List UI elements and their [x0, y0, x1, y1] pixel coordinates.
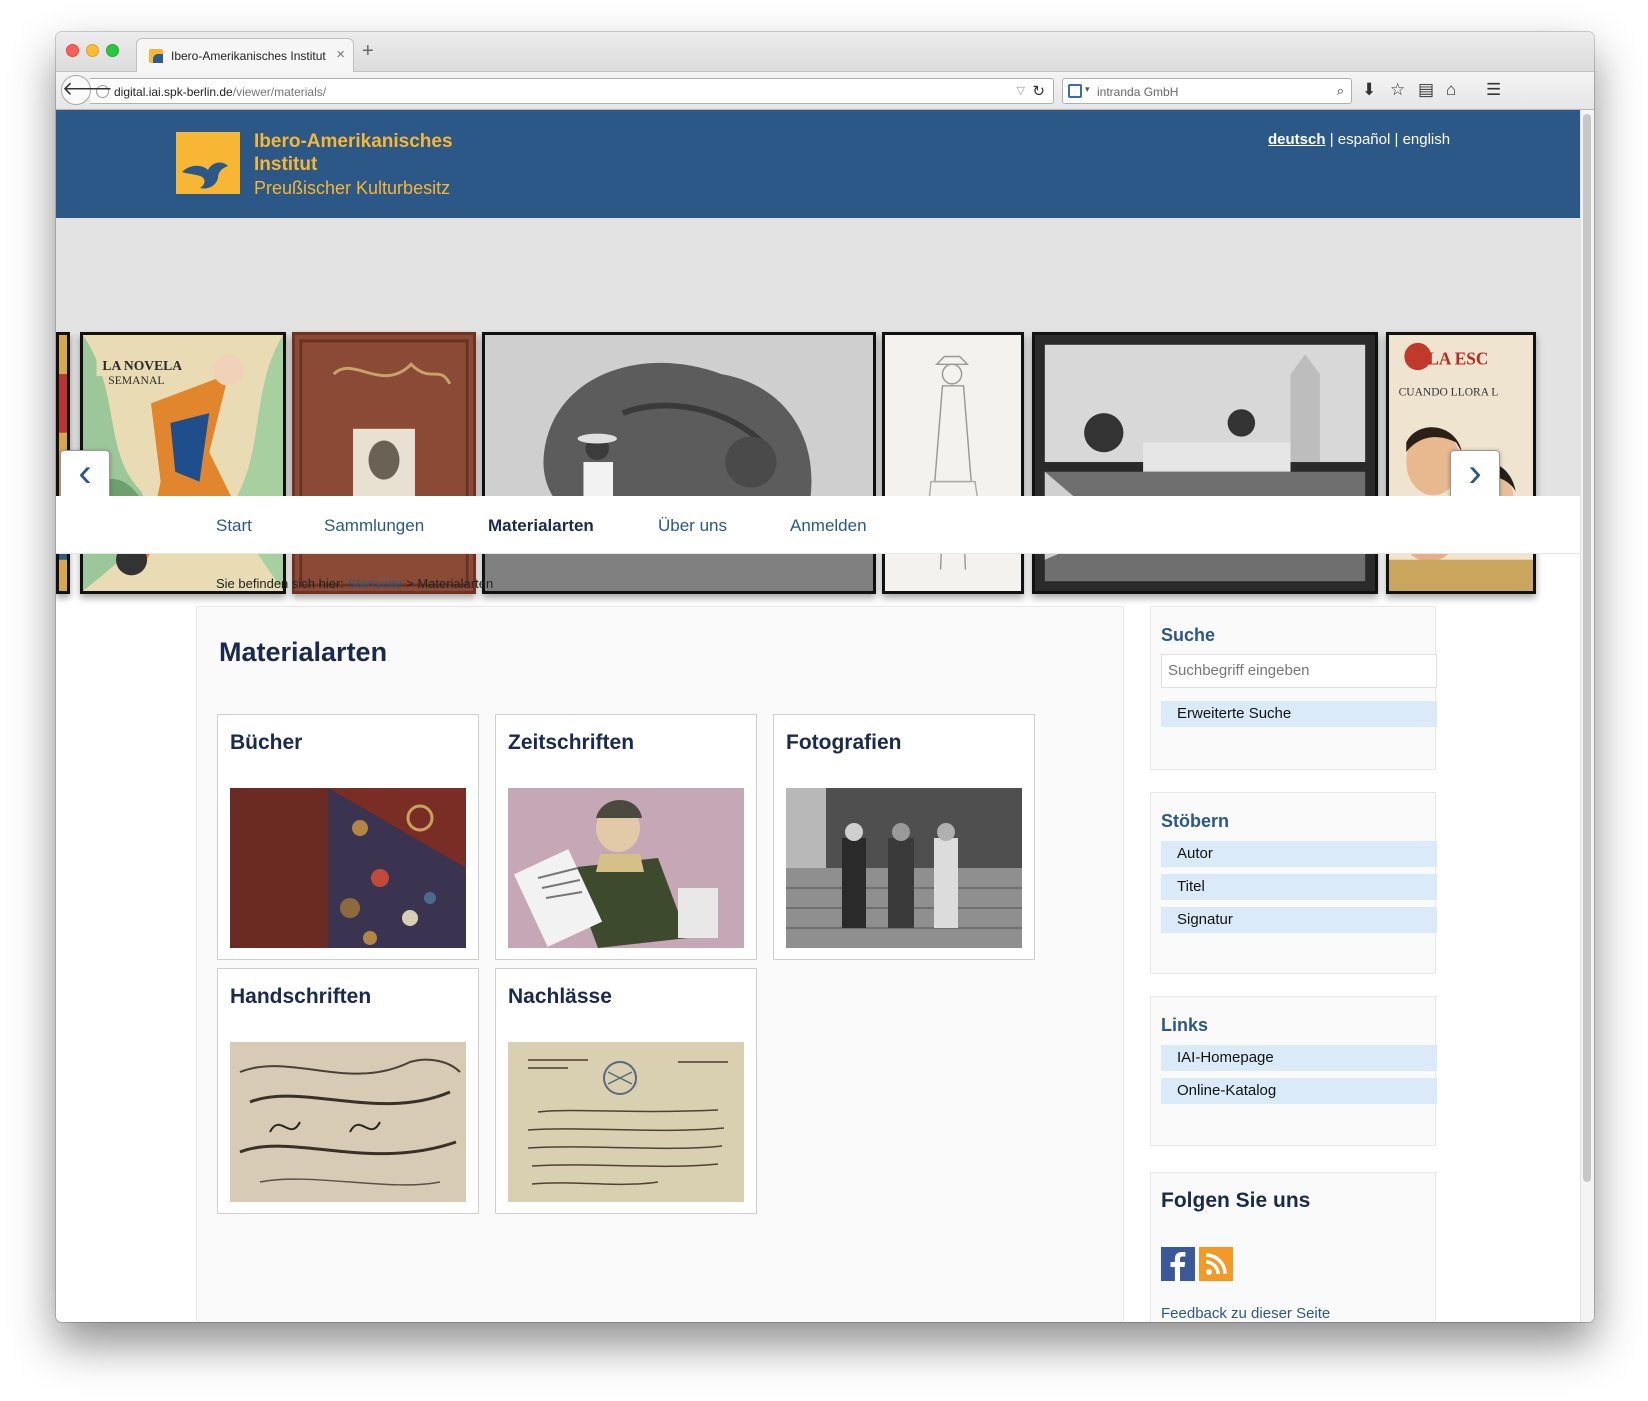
download-icon[interactable]: ⬇ [1362, 81, 1376, 99]
browse-widget: Stöbern Autor Titel Signatur [1150, 792, 1437, 974]
card-image[interactable] [786, 788, 1022, 948]
card-handschriften[interactable]: Handschriften [217, 968, 479, 1214]
svg-text:SEMANAL: SEMANAL [108, 374, 164, 387]
window-minimize-button[interactable] [86, 44, 99, 57]
rss-icon[interactable] [1199, 1247, 1233, 1281]
browser-toolbar: digital.iai.spk-berlin.de/viewer/materia… [56, 72, 1594, 110]
card-buecher[interactable]: Bücher [217, 714, 479, 960]
logo-title[interactable]: Ibero-Amerikanisches Institut [254, 130, 534, 176]
facebook-icon[interactable] [1161, 1247, 1195, 1281]
search-bar[interactable]: ▾ intranda GmbH ⌕ [1062, 78, 1352, 104]
card-title[interactable]: Nachlässe [508, 985, 612, 1009]
follow-widget: Folgen Sie uns Feedback zu dieser Seite [1150, 1172, 1436, 1322]
breadcrumb: Sie befinden sich hier: Startseite > Mat… [216, 576, 494, 591]
card-image[interactable] [230, 788, 466, 948]
breadcrumb-home-link[interactable]: Startseite [348, 576, 403, 591]
links-widget-title: Links [1161, 1015, 1209, 1035]
nav-anmelden[interactable]: Anmelden [790, 516, 867, 536]
advanced-search-link[interactable]: Erweiterte Suche [1161, 701, 1437, 727]
slide-image[interactable] [882, 332, 1024, 594]
nav-start[interactable]: Start [216, 516, 252, 536]
window-maximize-button[interactable] [106, 44, 119, 57]
window-close-button[interactable] [66, 44, 79, 57]
links-widget: Links IAI-Homepage Online-Katalog [1150, 996, 1437, 1146]
page-title: Materialarten [219, 637, 388, 667]
url-text[interactable]: digital.iai.spk-berlin.de/viewer/materia… [114, 85, 326, 99]
card-zeitschriften[interactable]: Zeitschriften [495, 714, 757, 960]
back-arrow-icon: 🡐 [62, 79, 113, 100]
browse-autor[interactable]: Autor [1161, 841, 1437, 867]
logo-subtitle[interactable]: Preußischer Kulturbesitz [254, 178, 450, 199]
lang-deutsch[interactable]: deutsch [1268, 131, 1326, 148]
nav-ueber-uns[interactable]: Über uns [658, 516, 727, 536]
svg-text:CUANDO LLORA L: CUANDO LLORA L [1399, 385, 1499, 398]
search-engine-dropdown-icon[interactable]: ▾ [1085, 84, 1090, 95]
bookmark-star-icon[interactable]: ☆ [1390, 81, 1405, 99]
reload-icon[interactable]: ↻ [1032, 82, 1045, 100]
favicon-icon [149, 49, 163, 63]
card-title[interactable]: Handschriften [230, 985, 371, 1009]
iai-logo-icon[interactable] [176, 132, 240, 194]
main-navigation: Start Sammlungen Materialarten Über uns … [56, 496, 1580, 554]
slide-image[interactable] [1032, 332, 1378, 594]
site-header: Ibero-Amerikanisches Institut Preußische… [56, 110, 1580, 218]
search-widget: Suche Suchbegriff eingeben Erweiterte Su… [1150, 606, 1437, 770]
card-image[interactable] [508, 788, 744, 948]
url-history-dropdown-icon[interactable]: ▽ [1017, 84, 1025, 97]
card-fotografien[interactable]: Fotografien [773, 714, 1035, 960]
svg-text:LA NOVELA: LA NOVELA [102, 358, 182, 373]
search-engine-label[interactable]: intranda GmbH [1097, 85, 1178, 99]
link-online-katalog[interactable]: Online-Katalog [1161, 1078, 1437, 1104]
card-image[interactable] [230, 1042, 466, 1202]
search-icon[interactable]: ⌕ [1337, 83, 1344, 99]
card-title[interactable]: Bücher [230, 731, 302, 755]
page-scrollbar-thumb[interactable] [1583, 114, 1591, 1182]
home-icon[interactable]: ⌂ [1446, 81, 1456, 99]
slide-image[interactable] [482, 332, 876, 594]
browse-widget-title: Stöbern [1161, 811, 1230, 831]
slider-next-button[interactable]: › [1450, 450, 1500, 500]
svg-text:LA ESC: LA ESC [1427, 348, 1488, 368]
reading-list-icon[interactable]: ▤ [1418, 81, 1434, 99]
card-title[interactable]: Fotografien [786, 731, 902, 755]
lang-espanol[interactable]: español [1338, 131, 1391, 148]
search-input[interactable]: Suchbegriff eingeben [1161, 654, 1437, 688]
content-panel: Materialarten Bücher Zeitschriften Fotog… [196, 606, 1124, 1322]
url-bar[interactable]: digital.iai.spk-berlin.de/viewer/materia… [90, 78, 1054, 104]
slide-image[interactable]: LA NOVELA SEMANAL [80, 332, 286, 594]
follow-widget-title: Folgen Sie uns [1161, 1189, 1311, 1212]
feedback-link[interactable]: Feedback zu dieser Seite [1161, 1305, 1330, 1322]
tab-title: Ibero-Amerikanisches Institut [171, 49, 326, 63]
breadcrumb-current: Materialarten [417, 576, 494, 591]
language-switcher: deutsch | español | english [1268, 131, 1451, 148]
nav-materialarten[interactable]: Materialarten [488, 516, 594, 536]
nav-sammlungen[interactable]: Sammlungen [324, 516, 424, 536]
back-button[interactable]: 🡐 [61, 75, 113, 105]
slide-image[interactable]: La Botica del Pueblo [292, 332, 476, 594]
slider-prev-button[interactable]: ‹ [60, 450, 110, 500]
chevron-right-icon: › [1468, 451, 1482, 495]
browser-tab[interactable]: Ibero-Amerikanisches Institut × [136, 38, 354, 72]
new-tab-button[interactable]: + [362, 41, 374, 61]
card-image[interactable] [508, 1042, 744, 1202]
lang-english[interactable]: english [1403, 131, 1451, 148]
search-widget-title: Suche [1161, 625, 1216, 645]
browser-window: Ibero-Amerikanisches Institut × + digita… [56, 32, 1594, 1322]
browse-titel[interactable]: Titel [1161, 874, 1437, 900]
link-iai-homepage[interactable]: IAI-Homepage [1161, 1045, 1437, 1071]
tab-close-icon[interactable]: × [336, 46, 345, 63]
card-title[interactable]: Zeitschriften [508, 731, 634, 755]
chevron-left-icon: ‹ [78, 451, 92, 495]
card-nachlaesse[interactable]: Nachlässe [495, 968, 757, 1214]
page-scrollbar[interactable] [1580, 110, 1594, 1322]
menu-icon[interactable]: ☰ [1486, 81, 1501, 99]
page-viewport: Ibero-Amerikanisches Institut Preußische… [56, 110, 1594, 1322]
browse-signatur[interactable]: Signatur [1161, 907, 1437, 933]
tab-bar: Ibero-Amerikanisches Institut × + [56, 32, 1594, 72]
search-engine-icon[interactable] [1068, 84, 1082, 98]
